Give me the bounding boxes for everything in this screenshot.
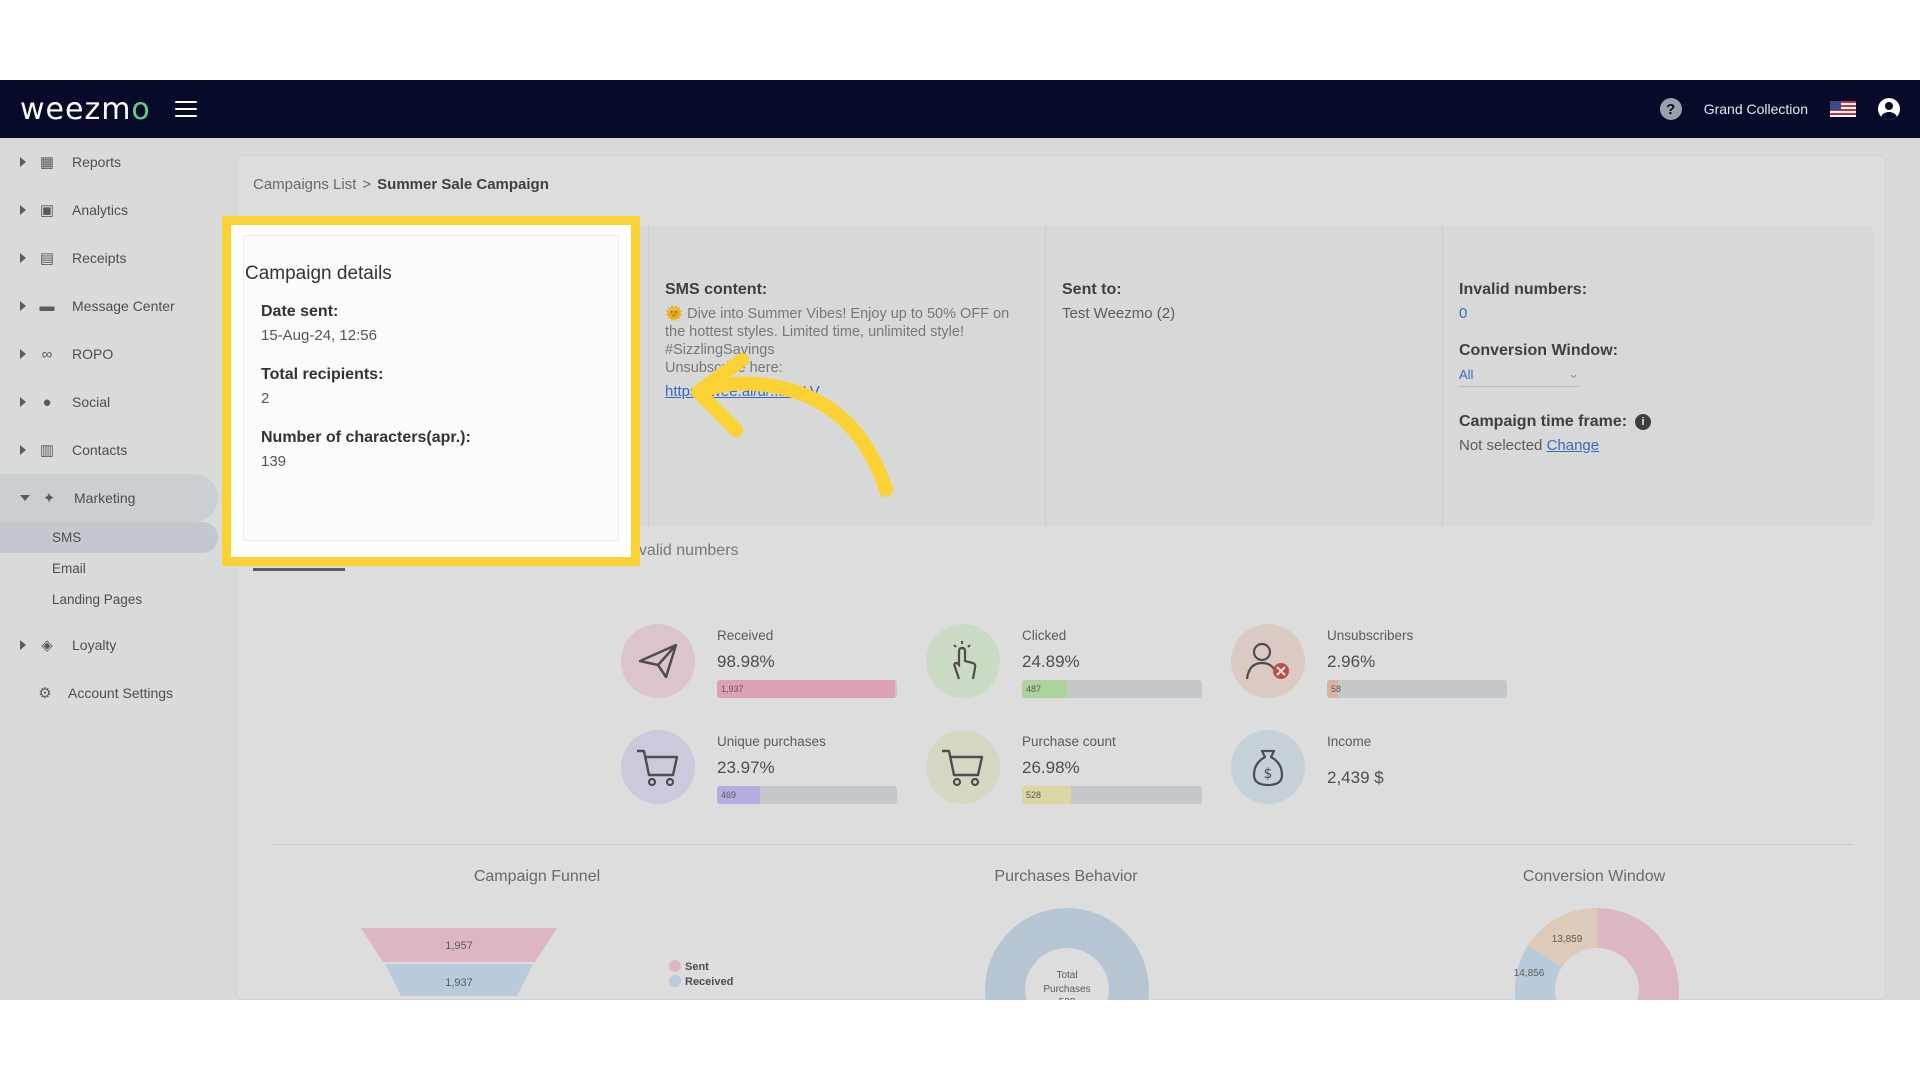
characters-label: Number of characters(apr.): <box>261 429 471 446</box>
date-sent-value: 15-Aug-24, 12:56 <box>261 327 377 344</box>
date-sent-label: Date sent: <box>261 303 339 320</box>
campaign-details-body: Date sent: 15-Aug-24, 12:56 Total recipi… <box>261 303 471 492</box>
weezmo-logo[interactable]: weezmo <box>20 92 151 127</box>
us-flag-icon[interactable] <box>1830 101 1856 117</box>
menu-icon[interactable] <box>174 101 197 117</box>
top-bar: weezmo ? Grand Collection <box>0 80 1920 138</box>
campaign-details-title: Campaign details <box>245 263 392 284</box>
total-recipients-label: Total recipients: <box>261 366 384 383</box>
user-icon[interactable] <box>1878 98 1900 120</box>
characters-value: 139 <box>261 453 287 470</box>
total-recipients-value: 2 <box>261 390 270 407</box>
help-icon[interactable]: ? <box>1659 98 1682 120</box>
account-name[interactable]: Grand Collection <box>1704 101 1808 117</box>
campaign-details-highlight: Campaign details Date sent: 15-Aug-24, 1… <box>222 216 640 566</box>
